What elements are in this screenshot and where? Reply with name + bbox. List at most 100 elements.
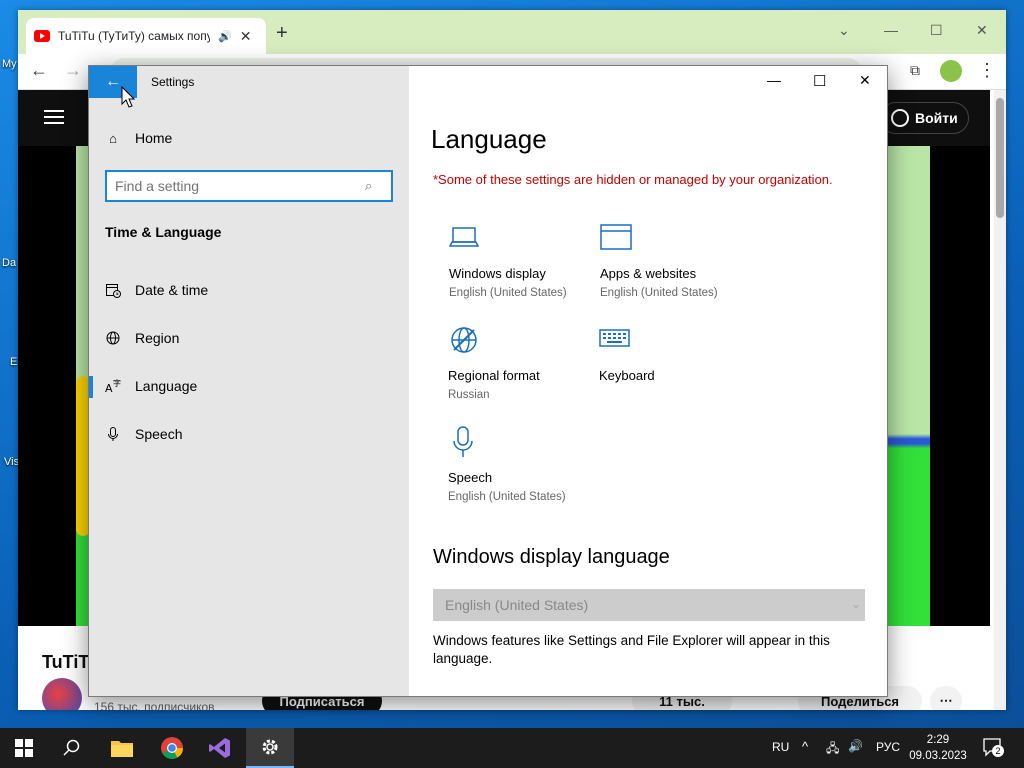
tile-label: Keyboard (599, 368, 655, 383)
maximize-icon[interactable]: ☐ (930, 22, 943, 39)
home-icon: ⌂ (109, 130, 117, 146)
hamburger-menu-icon[interactable] (44, 110, 64, 124)
calendar-clock-icon (105, 282, 121, 298)
extension-icon[interactable]: ⧉ (910, 62, 920, 79)
tile-label: Speech (448, 470, 493, 485)
select-value: English (United States) (445, 597, 589, 613)
network-icon[interactable]: 🖧 (826, 739, 839, 760)
svg-text:A: A (105, 382, 113, 394)
user-icon (891, 109, 909, 127)
tile-sub: English (United States) (449, 287, 567, 299)
keyboard-layout[interactable]: RU (772, 740, 789, 754)
more-actions-icon[interactable]: ⋯ (930, 686, 962, 710)
input-language[interactable]: РУС (876, 740, 900, 754)
display-language-select[interactable]: English (United States) ⌄ (433, 589, 865, 621)
search-button[interactable] (48, 728, 96, 768)
clock[interactable]: 2:29 09.03.2023 (906, 732, 970, 764)
tile-label: Apps & websites (600, 266, 697, 281)
search-icon (63, 739, 80, 756)
sidebar-item-region[interactable]: Region (105, 330, 179, 346)
desktop-icon-label[interactable]: Da (2, 257, 16, 269)
active-indicator (89, 376, 93, 398)
tile-keyboard[interactable]: Keyboard (599, 324, 749, 389)
clock-date: 09.03.2023 (909, 750, 967, 762)
clock-time: 2:29 (926, 734, 950, 746)
desktop-icon-label[interactable]: Vis (4, 456, 19, 468)
chrome-icon (161, 737, 183, 759)
desktop-icon-label[interactable]: My (2, 58, 17, 70)
display-language-heading: Windows display language (433, 546, 670, 568)
tile-apps-websites[interactable]: Apps & websites English (United States) (600, 222, 750, 299)
subscriber-count: 156 тыс. подписчиков (94, 700, 215, 710)
page-scrollbar[interactable] (994, 90, 1006, 710)
taskbar-chrome[interactable] (148, 728, 196, 768)
minimize-icon[interactable]: — (884, 22, 898, 38)
taskbar: RU ^ 🖧 🔊 РУС 2:29 09.03.2023 2 (0, 728, 1024, 768)
sidebar-item-label: Date & time (135, 282, 209, 298)
forward-arrow-icon[interactable]: → (64, 60, 82, 81)
display-language-description: Windows features like Settings and File … (433, 633, 830, 666)
svg-text:字: 字 (113, 378, 121, 388)
new-tab-button[interactable]: + (276, 23, 288, 43)
sidebar-item-language[interactable]: A字 Language (105, 378, 197, 394)
search-box[interactable]: ⌕ (105, 170, 393, 202)
tile-windows-display[interactable]: Windows display English (United States) (448, 222, 599, 299)
windows-logo-icon (15, 739, 33, 757)
chevron-up-icon[interactable]: ^ (802, 739, 808, 754)
chevron-down-icon: ⌄ (850, 597, 861, 611)
desktop-icon-label[interactable]: E (10, 356, 17, 368)
section-title: Time & Language (105, 224, 222, 240)
tile-sub: Russian (448, 389, 490, 401)
tab-search-chevron-icon[interactable]: ⌄ (838, 22, 850, 39)
close-icon[interactable]: ✕ (859, 72, 871, 89)
gear-icon (262, 739, 278, 755)
scrollbar-thumb[interactable] (996, 98, 1004, 218)
signin-button[interactable]: Войти (880, 102, 969, 134)
settings-window: ← Settings ⌂ Home ⌕ Time & Language Date… (88, 65, 888, 697)
notification-center-icon[interactable]: 2 (982, 736, 1004, 758)
sidebar-item-label: Region (135, 330, 180, 346)
visual-studio-icon (209, 738, 230, 758)
window-title: Settings (151, 75, 195, 89)
taskbar-visual-studio[interactable] (196, 728, 244, 768)
tab-title: TuTiTu (ТуТиТу) самых попу (58, 29, 210, 43)
settings-content: — ☐ ✕ Language *Some of these settings a… (409, 66, 887, 696)
search-input[interactable] (115, 178, 365, 194)
tile-regional-format[interactable]: Regional format Russian (448, 324, 598, 401)
taskbar-settings[interactable] (246, 728, 294, 768)
search-icon[interactable]: ⌕ (365, 178, 372, 194)
browser-window-icon (600, 222, 750, 260)
profile-avatar[interactable] (940, 60, 962, 82)
sidebar-item-date-time[interactable]: Date & time (105, 282, 208, 298)
globe-format-icon (448, 324, 598, 362)
sidebar-item-label: Language (135, 378, 198, 394)
channel-avatar[interactable] (42, 678, 82, 710)
tile-speech[interactable]: Speech English (United States) (448, 426, 598, 503)
browser-tab[interactable]: TuTiTu (ТуТиТу) самых попу 🔊 ✕ (26, 18, 266, 54)
settings-sidebar: ← Settings ⌂ Home ⌕ Time & Language Date… (89, 66, 409, 696)
volume-icon[interactable]: 🔊 (848, 739, 863, 753)
minimize-icon[interactable]: — (767, 72, 781, 88)
laptop-icon (448, 222, 599, 260)
browser-menu-icon[interactable]: ⋮ (978, 60, 996, 81)
tile-sub: English (United States) (600, 287, 718, 299)
page-title: Language (431, 124, 547, 154)
start-button[interactable] (0, 728, 48, 768)
sidebar-item-home[interactable]: ⌂ Home (105, 130, 172, 146)
sidebar-item-label: Home (135, 130, 173, 146)
back-arrow-icon: ← (105, 73, 121, 90)
tile-label: Windows display (449, 266, 546, 281)
managed-warning: *Some of these settings are hidden or ma… (433, 172, 833, 187)
back-arrow-icon[interactable]: ← (30, 60, 48, 81)
taskbar-file-explorer[interactable] (98, 728, 146, 768)
speaker-icon[interactable]: 🔊 (218, 30, 232, 43)
globe-icon (105, 330, 121, 346)
tab-strip: TuTiTu (ТуТиТу) самых попу 🔊 ✕ + ⌄ — ☐ ✕ (18, 10, 1006, 54)
sidebar-item-speech[interactable]: Speech (105, 426, 182, 442)
close-tab-icon[interactable]: ✕ (240, 28, 252, 45)
close-icon[interactable]: ✕ (976, 22, 988, 39)
folder-icon (111, 741, 133, 757)
microphone-icon (448, 426, 598, 464)
microphone-icon (105, 426, 121, 442)
maximize-icon[interactable]: ☐ (813, 72, 826, 90)
